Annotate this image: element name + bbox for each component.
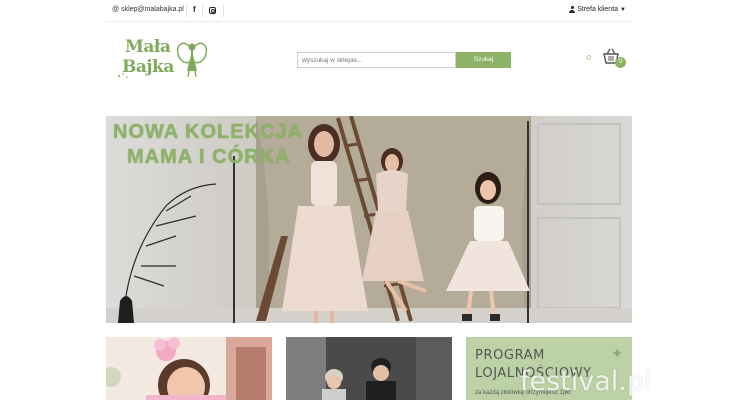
loyalty-title-line1: PROGRAM	[475, 348, 545, 363]
loyalty-subtitle: za każdą złotówkę otrzymujesz 1pkt	[475, 390, 571, 396]
search-button[interactable]: Szukaj	[456, 52, 511, 68]
at-icon: @	[112, 6, 120, 13]
hero-headline-line1: NOWA KOLEKCJA	[113, 121, 304, 143]
cart-count-badge: 0	[615, 57, 626, 68]
hero-banner[interactable]: NOWA KOLEKCJA MAMA I CÓRKA	[106, 116, 632, 323]
fairy-icon	[177, 42, 207, 78]
hero-headline: NOWA KOLEKCJA MAMA I CÓRKA	[113, 120, 303, 170]
facebook-icon[interactable]: f	[193, 5, 196, 14]
email-link[interactable]: @ sklep@malabajka.pl	[112, 6, 184, 13]
chevron-down-icon: ▼	[620, 6, 626, 13]
cart-total: 0	[587, 55, 591, 62]
divider	[202, 5, 203, 17]
sparkle-icon: ✦	[611, 345, 623, 361]
instagram-icon[interactable]	[209, 7, 216, 14]
email-text: sklep@malabajka.pl	[121, 6, 184, 13]
divider	[186, 5, 187, 17]
logo-text-line1: Mała	[125, 37, 171, 57]
loyalty-title-line2: LOJALNOŚCIOWY	[475, 366, 592, 381]
girl-photo	[106, 337, 272, 400]
user-icon	[569, 6, 576, 13]
search-input[interactable]	[297, 52, 456, 68]
divider	[223, 5, 224, 17]
client-area-label: Strefa klienta	[577, 6, 619, 13]
hero-headline-line2: MAMA I CÓRKA	[127, 146, 291, 168]
category-tile-girl[interactable]	[106, 337, 272, 400]
top-bar: @ sklep@malabajka.pl f Strefa klienta ▼	[106, 0, 632, 22]
loyalty-program-tile[interactable]: PROGRAM LOJALNOŚCIOWY za każdą złotówkę …	[466, 337, 632, 400]
boys-photo	[286, 337, 452, 400]
logo-text-line2: Bajka	[122, 57, 174, 77]
sparkle-icon	[118, 73, 128, 78]
category-tile-boys[interactable]	[286, 337, 452, 400]
logo[interactable]: Mała Bajka	[117, 37, 209, 81]
client-area-menu[interactable]: Strefa klienta ▼	[569, 6, 626, 13]
